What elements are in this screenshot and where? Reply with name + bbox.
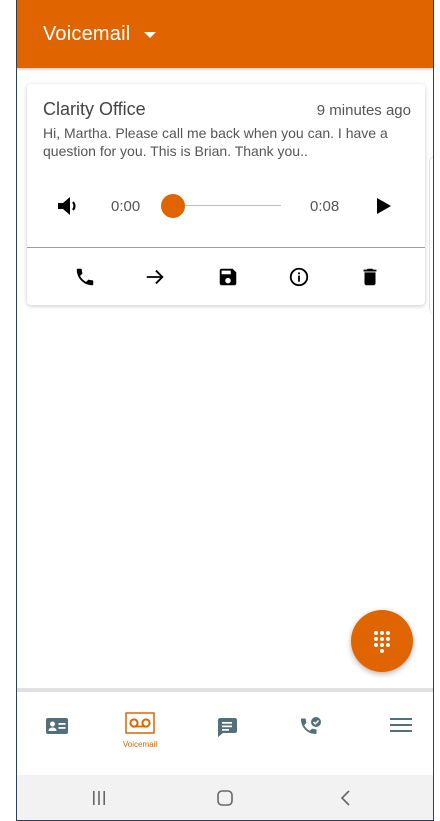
message-icon — [218, 718, 237, 737]
volume-icon[interactable] — [57, 196, 79, 216]
call-back-button[interactable] — [65, 254, 105, 300]
side-panel-edge — [429, 156, 433, 314]
voicemail-transcript: Hi, Martha. Please call me back when you… — [43, 125, 388, 159]
app-frame: Voicemail Clarity Office 9 minutes ago H… — [16, 0, 434, 821]
info-button[interactable] — [279, 254, 319, 300]
voicemail-icon — [125, 712, 155, 734]
bottom-navigation: Voicemail — [17, 692, 433, 775]
recent-apps-icon — [93, 791, 105, 805]
seek-handle[interactable] — [161, 194, 185, 218]
dialpad-icon — [374, 631, 390, 653]
dialpad-button[interactable] — [351, 610, 413, 672]
current-time: 0:00 — [111, 198, 141, 215]
nav-menu[interactable] — [371, 692, 431, 775]
home-icon — [217, 790, 233, 806]
save-icon — [219, 268, 237, 286]
save-button[interactable] — [208, 254, 248, 300]
trash-icon — [363, 268, 377, 286]
info-icon — [289, 267, 309, 287]
audio-player: 0:00 0:08 — [27, 188, 425, 224]
app-bar: Voicemail — [17, 0, 433, 68]
forward-button[interactable] — [135, 254, 175, 300]
back-icon — [340, 790, 350, 806]
nav-voicemail[interactable]: Voicemail — [110, 692, 170, 775]
voicemail-card[interactable]: Clarity Office 9 minutes ago Hi, Martha.… — [27, 84, 425, 305]
view-selector-title[interactable]: Voicemail — [43, 23, 130, 46]
arrow-right-icon — [146, 269, 164, 285]
nav-messages[interactable] — [197, 692, 257, 775]
duration: 0:08 — [310, 198, 340, 215]
seek-track[interactable] — [175, 205, 281, 206]
recent-apps-button[interactable] — [79, 775, 119, 820]
caret-down-icon[interactable] — [144, 32, 157, 38]
voicemail-actions — [27, 254, 425, 300]
system-navigation-bar — [17, 775, 433, 820]
card-divider — [27, 247, 425, 248]
caller-name: Clarity Office — [43, 99, 146, 119]
phone-icon — [76, 268, 94, 286]
hamburger-icon — [390, 718, 412, 732]
delete-button[interactable] — [350, 254, 390, 300]
contact-card-icon — [46, 718, 68, 734]
received-time: 9 minutes ago — [316, 102, 411, 119]
card-header: Clarity Office 9 minutes ago — [43, 99, 411, 120]
home-button[interactable] — [205, 775, 245, 820]
nav-contacts[interactable] — [27, 692, 87, 775]
nav-voicemail-label: Voicemail — [122, 740, 158, 749]
call-history-icon — [301, 717, 321, 734]
back-button[interactable] — [326, 775, 366, 820]
play-icon[interactable] — [376, 197, 392, 215]
nav-calls[interactable] — [281, 692, 341, 775]
